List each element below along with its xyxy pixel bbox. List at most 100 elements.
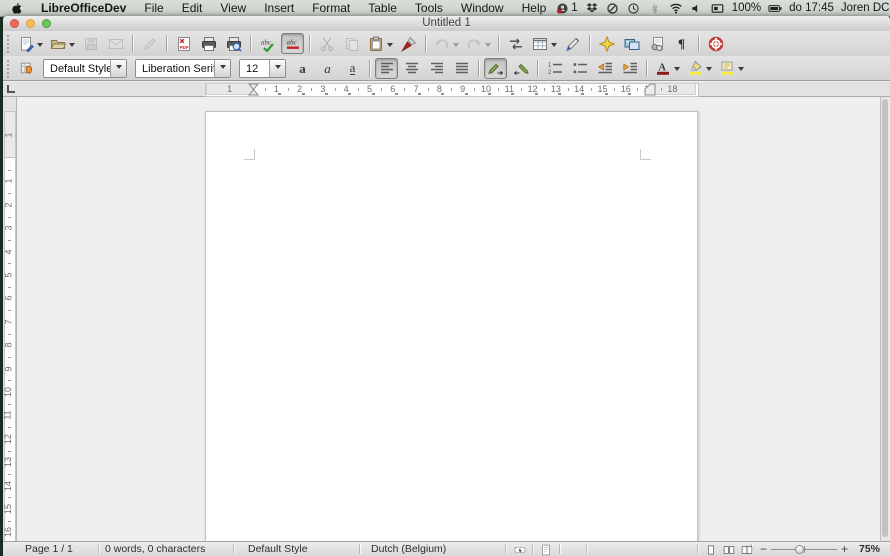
- italic-button[interactable]: a: [316, 58, 339, 79]
- paragraph-style-combo[interactable]: Default Style: [43, 58, 127, 78]
- redo-button[interactable]: [463, 33, 493, 54]
- align-justify-button[interactable]: [450, 58, 473, 79]
- dropbox-icon[interactable]: [585, 1, 599, 15]
- dropdown-arrow-icon[interactable]: [37, 42, 43, 50]
- decrease-indent-button[interactable]: [593, 58, 616, 79]
- font-name-dropdown[interactable]: [214, 59, 230, 77]
- align-center-button[interactable]: [400, 58, 423, 79]
- document-page[interactable]: [205, 111, 698, 541]
- tab-type-selector-icon[interactable]: [7, 85, 15, 93]
- data-sources-button[interactable]: [645, 33, 668, 54]
- status-word-count[interactable]: 0 words, 0 characters: [105, 543, 205, 555]
- background-color-button[interactable]: [716, 58, 746, 79]
- font-color-button[interactable]: A: [652, 58, 682, 79]
- zoom-percentage[interactable]: 75%: [859, 543, 880, 555]
- menu-format[interactable]: Format: [303, 0, 359, 16]
- document-modified-icon[interactable]: [539, 543, 553, 556]
- dropdown-arrow-icon[interactable]: [69, 42, 75, 50]
- menu-table[interactable]: Table: [359, 0, 406, 16]
- menu-edit[interactable]: Edit: [173, 0, 212, 16]
- email-button[interactable]: [104, 33, 127, 54]
- status-language[interactable]: Dutch (Belgium): [371, 543, 446, 555]
- left-to-right-button[interactable]: [484, 57, 507, 79]
- font-name-combo[interactable]: Liberation Serif: [135, 58, 231, 78]
- menu-help[interactable]: Help: [513, 0, 556, 16]
- help-button[interactable]: [704, 33, 727, 54]
- user-status-icon[interactable]: [555, 1, 569, 15]
- navigator-button[interactable]: [595, 33, 618, 54]
- zoom-out-button[interactable]: −: [756, 543, 771, 555]
- bluetooth-icon[interactable]: [648, 1, 662, 15]
- font-size-combo[interactable]: 12: [239, 58, 286, 78]
- vertical-scrollbar[interactable]: [880, 97, 889, 541]
- print-button[interactable]: [197, 33, 220, 54]
- view-book-icon[interactable]: [740, 543, 754, 556]
- styles-panel-button[interactable]: [15, 58, 38, 79]
- zoom-slider-track[interactable]: [771, 544, 838, 554]
- dropdown-arrow-icon[interactable]: [387, 42, 393, 50]
- bold-button[interactable]: a: [291, 58, 314, 79]
- bullet-list-button[interactable]: [568, 58, 591, 79]
- dropdown-arrow-icon[interactable]: [453, 42, 459, 50]
- vertical-ruler[interactable]: 1 1 2 3 4 5 6 7 8 9 10 11 12 13 14 15 16: [3, 97, 17, 541]
- status-page-number[interactable]: Page 1 / 1: [25, 543, 73, 555]
- copy-button[interactable]: [340, 33, 363, 54]
- draw-functions-button[interactable]: [561, 33, 584, 54]
- print-preview-button[interactable]: [222, 33, 245, 54]
- formatting-marks-button[interactable]: ¶: [670, 33, 693, 54]
- zoom-in-button[interactable]: +: [837, 543, 852, 555]
- highlighting-button[interactable]: [684, 58, 714, 79]
- indent-marker-left[interactable]: [248, 83, 259, 96]
- apple-menu[interactable]: [0, 0, 32, 16]
- gallery-button[interactable]: [620, 33, 643, 54]
- right-to-left-button[interactable]: [509, 58, 532, 79]
- dropdown-arrow-icon[interactable]: [551, 42, 557, 50]
- menu-window[interactable]: Window: [452, 0, 513, 16]
- selection-mode-icon[interactable]: [513, 543, 527, 556]
- increase-indent-button[interactable]: [618, 58, 641, 79]
- menu-tools[interactable]: Tools: [406, 0, 452, 16]
- export-pdf-button[interactable]: PDF: [172, 33, 195, 54]
- spelling-button[interactable]: abc: [256, 33, 279, 54]
- app-menu[interactable]: LibreOfficeDev: [32, 0, 135, 16]
- find-replace-button[interactable]: [504, 33, 527, 54]
- paste-button[interactable]: [365, 33, 395, 54]
- undo-button[interactable]: [431, 33, 461, 54]
- menu-insert[interactable]: Insert: [255, 0, 303, 16]
- dropdown-arrow-icon[interactable]: [706, 67, 712, 74]
- open-button[interactable]: [47, 33, 77, 54]
- horizontal-ruler[interactable]: 1123456789101112131415161718: [3, 82, 890, 97]
- menubar-user[interactable]: Joren DC: [841, 2, 890, 14]
- window-titlebar[interactable]: Untitled 1: [3, 16, 890, 32]
- menu-file[interactable]: File: [135, 0, 172, 16]
- clone-formatting-button[interactable]: [397, 33, 420, 54]
- paragraph-style-dropdown[interactable]: [110, 59, 126, 77]
- edit-mode-button[interactable]: [138, 33, 161, 54]
- scrollbar-thumb[interactable]: [882, 99, 888, 537]
- zoom-slider-knob[interactable]: [795, 544, 805, 554]
- menubar-clock[interactable]: do 17:45: [789, 2, 834, 14]
- view-single-page-icon[interactable]: [704, 543, 718, 556]
- indent-marker-right[interactable]: [644, 83, 656, 96]
- battery-icon[interactable]: [768, 1, 782, 15]
- volume-icon[interactable]: [690, 1, 704, 15]
- toolbar-grip[interactable]: [6, 58, 10, 78]
- toolbar-grip[interactable]: [6, 34, 10, 53]
- time-machine-icon[interactable]: [627, 1, 641, 15]
- status-page-style[interactable]: Default Style: [248, 543, 308, 555]
- underline-button[interactable]: a: [341, 58, 364, 79]
- save-button[interactable]: [79, 33, 102, 54]
- align-left-button[interactable]: [375, 57, 398, 79]
- menu-view[interactable]: View: [211, 0, 255, 16]
- view-multi-page-icon[interactable]: [722, 543, 736, 556]
- dropdown-arrow-icon[interactable]: [674, 67, 680, 74]
- cut-button[interactable]: [315, 33, 338, 54]
- new-document-button[interactable]: [15, 33, 45, 54]
- wifi-icon[interactable]: [669, 1, 683, 15]
- dropdown-arrow-icon[interactable]: [485, 42, 491, 50]
- display-icon[interactable]: [711, 1, 725, 15]
- font-size-dropdown[interactable]: [269, 59, 285, 77]
- align-right-button[interactable]: [425, 58, 448, 79]
- do-not-disturb-icon[interactable]: [606, 1, 620, 15]
- insert-table-button[interactable]: [529, 33, 559, 54]
